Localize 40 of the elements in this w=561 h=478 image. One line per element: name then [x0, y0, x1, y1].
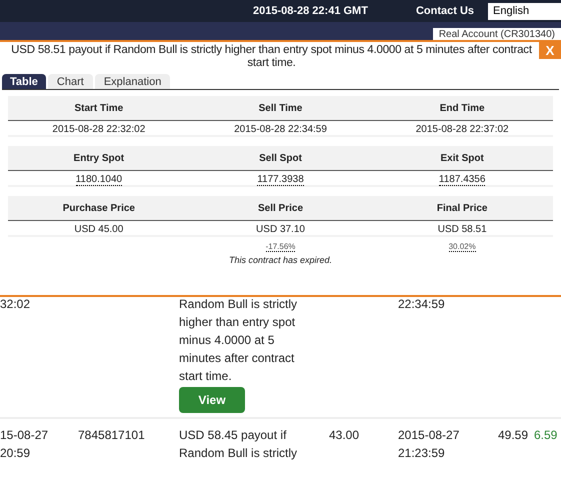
column-heading: Sell Time — [258, 102, 304, 116]
value-text: USD 45.00 — [74, 224, 124, 235]
tab[interactable]: Explanation — [94, 74, 170, 89]
language-select[interactable]: English — [488, 2, 561, 20]
dialog-title: USD 58.51 payout if Random Bull is strictly higher than entry spot minus 4.0000 at 5 minutes after contract start time. — [10, 43, 533, 70]
column-heading: Start Time — [73, 102, 124, 116]
table-cell-text: 15-08-27 20:59 — [0, 427, 50, 462]
account-menu[interactable]: Real Account (CR301340) — [432, 28, 561, 40]
contact-link[interactable]: Contact Us — [416, 2, 474, 20]
table-cell-text: 32:02 — [0, 296, 32, 313]
change-percent: -17.56% — [266, 242, 296, 252]
table-cell-text: 49.59 — [498, 427, 530, 444]
value-text: 2015-08-28 22:37:02 — [416, 124, 509, 135]
value-text: 1180.1040 — [76, 174, 122, 186]
clock-text: 2015-08-28 22:41 GMT — [252, 4, 368, 19]
column-heading: End Time — [438, 102, 486, 116]
column-heading: Sell Spot — [258, 152, 303, 166]
value-text: 1187.4356 — [438, 174, 486, 186]
view-button[interactable]: View — [179, 387, 245, 413]
value-text: 2015-08-28 22:34:59 — [234, 124, 327, 135]
table-cell-text: Random Bull is strictly higher than entry spot minus 4.0000 at 5 minutes after contract start time. — [179, 296, 298, 385]
column-heading: Purchase Price — [62, 202, 136, 216]
value-text: USD 58.51 — [438, 224, 487, 235]
column-heading: Final Price — [436, 202, 488, 216]
status-text: This contract has expired. — [228, 254, 334, 267]
tab[interactable]: Chart — [48, 74, 93, 89]
column-heading: Entry Spot — [72, 152, 126, 166]
value-text: 1177.3938 — [257, 174, 304, 186]
table-cell-text: 22:34:59 — [398, 296, 446, 313]
value-text: USD 37.10 — [256, 224, 305, 235]
column-heading: Sell Price — [256, 202, 304, 216]
table-cell-text: USD 58.45 payout if Random Bull is strictly — [179, 427, 298, 462]
tab[interactable]: Table — [2, 74, 46, 89]
change-percent: 30.02% — [448, 242, 476, 252]
table-cell-text: 43.00 — [329, 427, 360, 444]
value-text: 2015-08-28 22:32:02 — [52, 124, 146, 135]
column-heading: Exit Spot — [440, 152, 485, 166]
table-cell-text: 7845817101 — [78, 427, 146, 444]
table-cell-text: 2015-08-27 21:23:59 — [398, 427, 460, 462]
table-cell-text: 6.59 — [534, 427, 558, 444]
